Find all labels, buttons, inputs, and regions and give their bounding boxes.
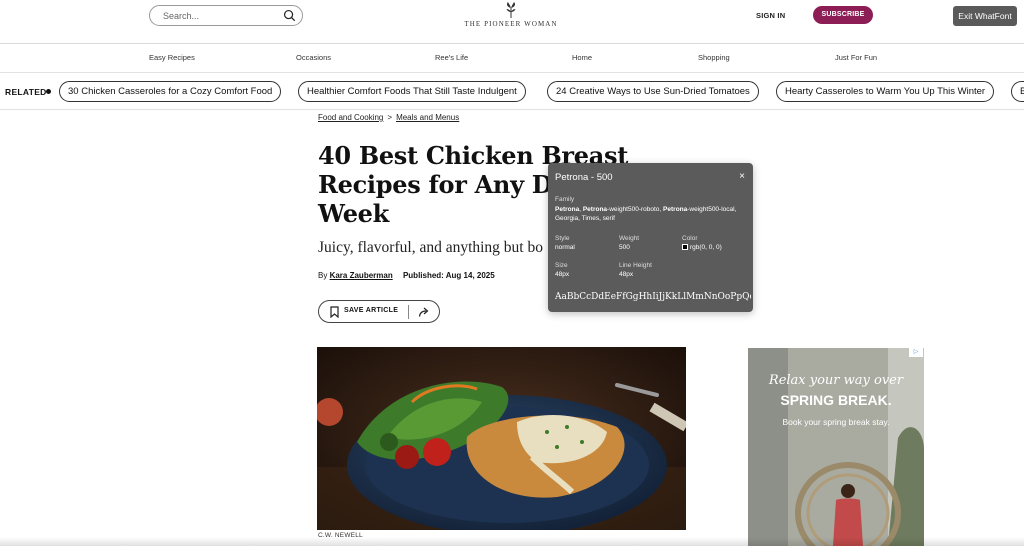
nav-item-easy-recipes[interactable]: Easy Recipes <box>149 53 195 62</box>
byline-prefix: By <box>318 271 328 280</box>
chicken-dish-photo <box>317 347 686 530</box>
related-chip[interactable]: 30 Chicken Casseroles for a Cozy Comfort… <box>59 81 282 102</box>
byline: By Kara Zauberman Published: Aug 14, 202… <box>318 271 495 280</box>
size-value: 48px <box>555 271 570 278</box>
style-label: Style <box>555 235 570 242</box>
nav-item-home[interactable]: Home <box>572 53 592 62</box>
related-label: RELATED <box>5 87 47 97</box>
site-header: THE PIONEER WOMAN SIGN IN SUBSCRIBE Exit… <box>0 0 1024 44</box>
family-part: Petrona <box>582 206 608 213</box>
family-part: -weight500-roboto, <box>607 206 664 213</box>
breadcrumb-item[interactable]: Meals and Menus <box>396 113 459 122</box>
weight-label: Weight <box>619 235 640 242</box>
family-label: Family <box>555 196 575 203</box>
close-icon[interactable]: × <box>739 171 745 182</box>
search-input[interactable] <box>163 9 278 23</box>
main-nav: Easy Recipes Occasions Ree's Life Home S… <box>0 44 1024 70</box>
nav-item-rees-life[interactable]: Ree's Life <box>435 53 468 62</box>
font-sample: AaBbCcDdEeFfGgHhIiJjKkLlMmNnOoPpQqRrSs <box>555 292 751 302</box>
breadcrumb-separator: > <box>387 113 393 122</box>
related-chip[interactable]: B <box>1011 81 1024 102</box>
family-part: Petrona <box>663 206 688 213</box>
related-bar: RELATED 30 Chicken Casseroles for a Cozy… <box>0 72 1024 110</box>
search-box[interactable] <box>149 5 303 26</box>
nav-item-just-for-fun[interactable]: Just For Fun <box>835 53 877 62</box>
weight-value: 500 <box>619 244 630 251</box>
exit-whatfont-button[interactable]: Exit WhatFont <box>953 6 1017 26</box>
color-value-row: rgb(0, 0, 0) <box>682 244 722 253</box>
whatfont-panel: Petrona - 500 × Family Petrona, Petrona-… <box>548 163 753 312</box>
ad-tagline: Book your spring break stay. <box>782 417 890 427</box>
author-link[interactable]: Kara Zauberman <box>330 271 393 280</box>
hero-image <box>317 347 686 530</box>
pill-divider <box>408 305 409 319</box>
color-value: rgb(0, 0, 0) <box>690 244 722 251</box>
color-label: Color <box>682 235 698 242</box>
related-chip[interactable]: Hearty Casseroles to Warm You Up This Wi… <box>776 81 995 102</box>
subscribe-button[interactable]: SUBSCRIBE <box>813 6 873 24</box>
family-value: Petrona, Petrona-weight500-roboto, Petro… <box>555 206 745 223</box>
ad-subheadline: SPRING BREAK. <box>780 392 892 408</box>
nav-item-occasions[interactable]: Occasions <box>296 53 331 62</box>
publish-date: Published: Aug 14, 2025 <box>402 271 495 280</box>
search-icon[interactable] <box>283 9 296 22</box>
line-height-value: 48px <box>619 271 634 278</box>
sign-in-link[interactable]: SIGN IN <box>756 11 785 20</box>
logo-text: THE PIONEER WOMAN <box>464 20 558 28</box>
color-swatch <box>682 244 688 250</box>
logo-flower-icon <box>506 2 516 18</box>
save-share-pill: SAVE ARTICLE <box>318 300 440 323</box>
style-value: normal <box>555 244 575 251</box>
share-icon[interactable] <box>418 306 430 318</box>
save-article-button[interactable]: SAVE ARTICLE <box>344 307 398 314</box>
bottom-fade <box>0 537 1024 546</box>
family-part: Petrona <box>555 206 580 213</box>
ad-headline: Relax your way over <box>768 373 904 388</box>
related-dot <box>46 89 51 94</box>
breadcrumb-item[interactable]: Food and Cooking <box>318 113 383 122</box>
breadcrumb: Food and Cooking > Meals and Menus <box>318 113 459 122</box>
line-height-label: Line Height <box>619 262 652 269</box>
related-chip[interactable]: 24 Creative Ways to Use Sun-Dried Tomato… <box>547 81 759 102</box>
whatfont-heading: Petrona - 500 <box>555 172 613 183</box>
ad-banner[interactable]: ▷ Relax your way over SPRING BREAK. Book… <box>748 348 924 546</box>
site-logo[interactable]: THE PIONEER WOMAN <box>462 1 560 31</box>
size-label: Size <box>555 262 568 269</box>
bookmark-icon[interactable] <box>330 306 339 318</box>
ad-choices-icon[interactable]: ▷ <box>909 348 923 357</box>
article-dek: Juicy, flavorful, and anything but bo <box>318 239 543 256</box>
related-chip[interactable]: Healthier Comfort Foods That Still Taste… <box>298 81 526 102</box>
nav-item-shopping[interactable]: Shopping <box>698 53 730 62</box>
